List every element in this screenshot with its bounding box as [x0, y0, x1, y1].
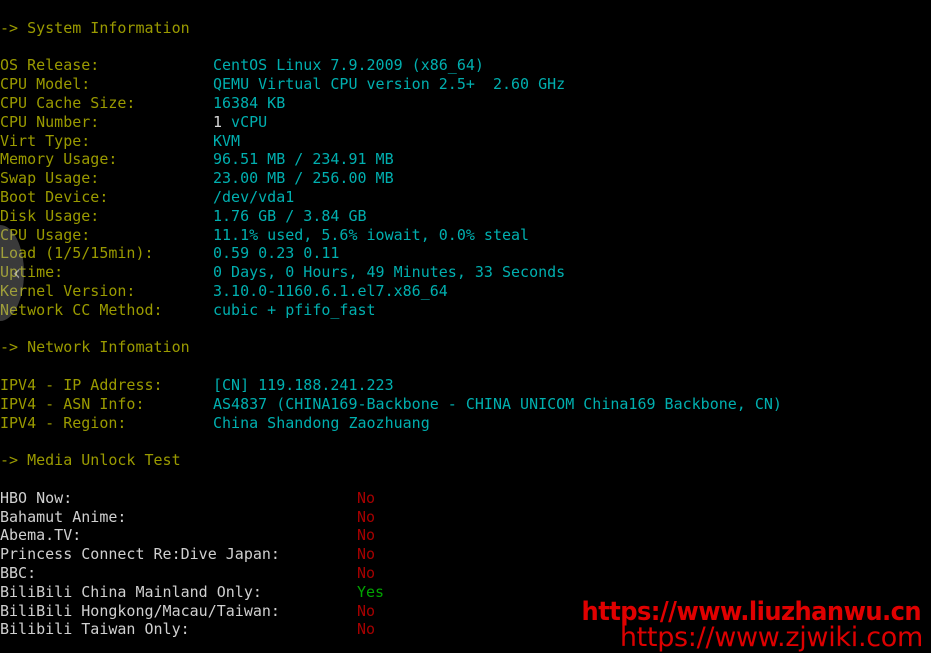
info-row-value: 16384 KB: [213, 93, 286, 112]
info-row-label: CPU Usage:: [0, 225, 91, 244]
media-unlock-label: HBO Now:: [0, 488, 73, 507]
info-row-label: Virt Type:: [0, 131, 91, 150]
section-heading-media: -> Media Unlock Test: [0, 451, 181, 470]
media-unlock-status: No: [357, 488, 376, 507]
info-row-label: Kernel Version:: [0, 281, 136, 300]
info-row-value: AS4837 (CHINA169-Backbone - CHINA UNICOM…: [213, 394, 782, 413]
media-unlock-row: Bahamut Anime: No: [0, 508, 931, 527]
info-row: CPU Usage: 11.1% used, 5.6% iowait, 0.0% …: [0, 226, 931, 245]
info-row-value-highlight: 1: [213, 112, 223, 131]
info-row: CPU Cache Size: 16384 KB: [0, 94, 931, 113]
chevron-left-icon: ‹: [12, 260, 21, 285]
network-rows: IPV4 - IP Address: [CN] 119.188.241.223 IP…: [0, 376, 931, 432]
media-unlock-row: Princess Connect Re:Dive Japan: No: [0, 545, 931, 564]
info-row: Kernel Version: 3.10.0-1160.6.1.el7.x86_6…: [0, 282, 931, 301]
info-row-value: 1.76 GB / 3.84 GB: [213, 206, 367, 225]
section-heading-system: -> System Information: [0, 18, 190, 37]
terminal-output: -> System Information OS Release: CentOS …: [0, 0, 931, 639]
info-row-value: CentOS Linux 7.9.2009 (x86_64): [213, 56, 484, 75]
info-row-label: CPU Number:: [0, 112, 100, 131]
media-unlock-label: Bilibili Taiwan Only:: [0, 620, 190, 639]
media-unlock-row: HBO Now: No: [0, 489, 931, 508]
media-unlock-label: BiliBili Hongkong/Macau/Taiwan:: [0, 601, 280, 620]
info-row: Memory Usage: 96.51 MB / 234.91 MB: [0, 150, 931, 169]
info-row: Load (1/5/15min): 0.59 0.23 0.11: [0, 244, 931, 263]
info-row: IPV4 - IP Address: [CN] 119.188.241.223: [0, 376, 931, 395]
media-unlock-status: No: [357, 526, 376, 545]
section-heading-network: -> Network Infomation: [0, 338, 190, 357]
info-row-value: cubic + pfifo_fast: [213, 300, 376, 319]
info-row-label: OS Release:: [0, 56, 100, 75]
media-unlock-status: No: [357, 545, 376, 564]
info-row: Uptime: 0 Days, 0 Hours, 49 Minutes, 33 S…: [0, 263, 931, 282]
info-row-value: 3.10.0-1160.6.1.el7.x86_64: [213, 281, 448, 300]
media-unlock-label: Abema.TV:: [0, 526, 82, 545]
info-row-label: IPV4 - IP Address:: [0, 375, 163, 394]
media-unlock-status: Yes: [357, 582, 385, 601]
system-rows: OS Release: CentOS Linux 7.9.2009 (x86_64…: [0, 56, 931, 319]
info-row: OS Release: CentOS Linux 7.9.2009 (x86_64…: [0, 56, 931, 75]
info-row: IPV4 - ASN Info: AS4837 (CHINA169-Backbon…: [0, 395, 931, 414]
media-unlock-row: BBC: No: [0, 564, 931, 583]
info-row-value: vCPU: [222, 112, 268, 131]
info-row-label: CPU Model:: [0, 75, 91, 94]
info-row: IPV4 - Region: China Shandong Zaozhuang: [0, 414, 931, 433]
info-row-value: 0.59 0.23 0.11: [213, 244, 340, 263]
info-row-value: 11.1% used, 5.6% iowait, 0.0% steal: [213, 225, 530, 244]
info-row-value: China Shandong Zaozhuang: [213, 413, 430, 432]
media-unlock-status: No: [357, 563, 376, 582]
info-row-label: IPV4 - ASN Info:: [0, 394, 145, 413]
media-unlock-label: Bahamut Anime:: [0, 507, 127, 526]
info-row-label: Network CC Method:: [0, 300, 163, 319]
media-unlock-label: BiliBili China Mainland Only:: [0, 582, 262, 601]
terminal-screen: -> System Information OS Release: CentOS …: [0, 0, 931, 653]
info-row: Swap Usage: 23.00 MB / 256.00 MB: [0, 169, 931, 188]
media-unlock-label: BBC:: [0, 563, 37, 582]
media-unlock-status: No: [357, 620, 376, 639]
info-row-value: 96.51 MB / 234.91 MB: [213, 150, 394, 169]
info-row-label: Memory Usage:: [0, 150, 118, 169]
info-row-value: QEMU Virtual CPU version 2.5+ 2.60 GHz: [213, 75, 566, 94]
info-row: CPU Number: 1 vCPU: [0, 113, 931, 132]
media-unlock-row: Abema.TV: No: [0, 526, 931, 545]
media-unlock-status: No: [357, 601, 376, 620]
info-row-value: KVM: [213, 131, 241, 150]
info-row: Network CC Method: cubic + pfifo_fast: [0, 301, 931, 320]
info-row: CPU Model: QEMU Virtual CPU version 2.5+ …: [0, 75, 931, 94]
info-row-label: Uptime:: [0, 263, 64, 282]
info-row-label: CPU Cache Size:: [0, 93, 136, 112]
info-row-label: Disk Usage:: [0, 206, 100, 225]
info-row-label: IPV4 - Region:: [0, 413, 127, 432]
info-row: Boot Device: /dev/vda1: [0, 188, 931, 207]
info-row-label: Boot Device:: [0, 187, 109, 206]
info-row-label: Swap Usage:: [0, 169, 100, 188]
media-unlock-label: Princess Connect Re:Dive Japan:: [0, 545, 280, 564]
info-row-value: /dev/vda1: [213, 187, 295, 206]
media-unlock-status: No: [357, 507, 376, 526]
info-row: Virt Type: KVM: [0, 132, 931, 151]
info-row-value: [CN] 119.188.241.223: [213, 375, 394, 394]
info-row-label: Load (1/5/15min):: [0, 244, 154, 263]
watermark-secondary: https://www.zjwiki.com: [619, 622, 923, 653]
info-row-value: 0 Days, 0 Hours, 49 Minutes, 33 Seconds: [213, 263, 566, 282]
info-row-value: 23.00 MB / 256.00 MB: [213, 169, 394, 188]
info-row: Disk Usage: 1.76 GB / 3.84 GB: [0, 207, 931, 226]
